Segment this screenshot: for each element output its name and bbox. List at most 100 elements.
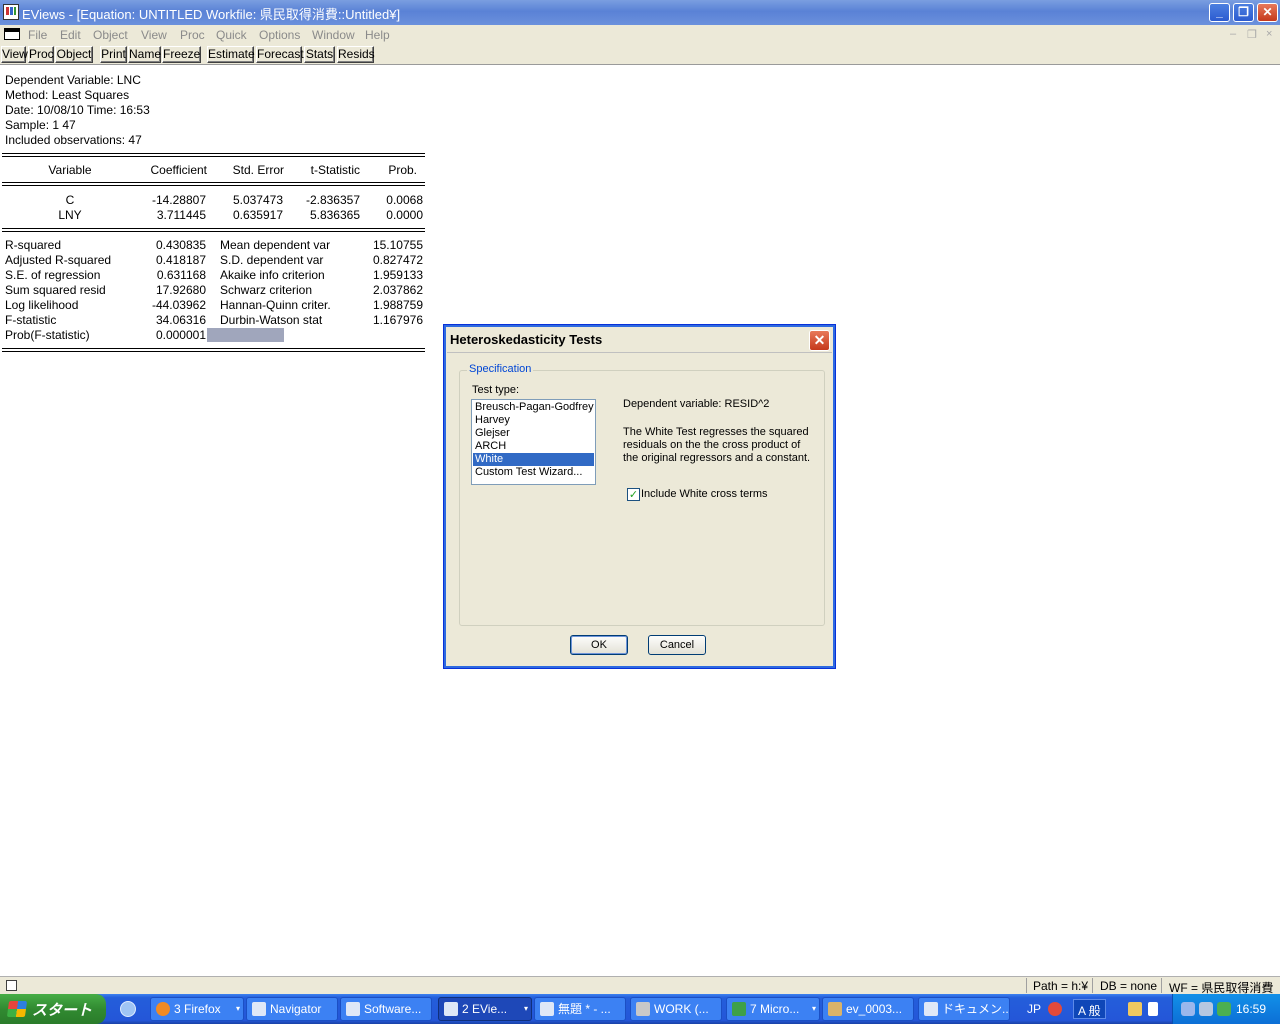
menu-edit[interactable]: Edit [60, 28, 81, 42]
proc-button[interactable]: Proc [28, 46, 54, 63]
close-button[interactable]: ✕ [1257, 3, 1278, 22]
object-button[interactable]: Object [55, 46, 93, 63]
mdi-close-button[interactable]: × [1266, 28, 1272, 40]
navigator-icon [252, 1002, 266, 1016]
stat-value-2: 15.10755 [372, 238, 423, 252]
column-header-std-error: Std. Error [232, 163, 284, 177]
dialog-title: Heteroskedasticity Tests [450, 332, 603, 347]
status-separator [1092, 978, 1093, 993]
t-statistic-cell: 5.836365 [309, 208, 360, 222]
stat-label: Adjusted R-squared [5, 253, 112, 267]
tray-app-icon[interactable] [1181, 1002, 1195, 1016]
equation-toolbar: View Proc Object Print Name Freeze Estim… [0, 45, 1280, 65]
resids-button[interactable]: Resids [337, 46, 375, 63]
excel-icon [732, 1002, 746, 1016]
variable-cell: C [65, 193, 75, 207]
menu-help[interactable]: Help [365, 28, 390, 42]
menu-object[interactable]: Object [93, 28, 128, 42]
test-type-label: Test type: [472, 384, 520, 396]
taskbar-item-eviews[interactable]: 2 EVie... ▾ [438, 997, 532, 1021]
ime-toolbox-icon[interactable] [1128, 1002, 1142, 1016]
t-statistic-cell: -2.836357 [305, 193, 360, 207]
taskbar-item-microsoft[interactable]: 7 Micro... ▾ [726, 997, 820, 1021]
taskbar-item-label: 無題 * - ... [558, 1002, 611, 1016]
taskbar-item-software[interactable]: Software... [340, 997, 432, 1021]
listbox-item-custom-test-wizard[interactable]: Custom Test Wizard... [473, 466, 594, 479]
taskbar-item-label: Software... [364, 1002, 422, 1016]
taskbar-item-notepad[interactable]: 無題 * - ... [534, 997, 626, 1021]
stat-value-2: 2.037862 [372, 283, 423, 297]
restore-button[interactable]: ❐ [1233, 3, 1254, 22]
taskbar-item-firefox[interactable]: 3 Firefox ▾ [150, 997, 244, 1021]
stat-value: 0.631168 [156, 268, 206, 282]
start-label: スタート [32, 1002, 93, 1019]
coefficient-cell: 3.711445 [156, 208, 206, 222]
view-button[interactable]: View [1, 46, 28, 63]
start-button[interactable]: スタート [0, 994, 106, 1024]
listbox-item-glejser[interactable]: Glejser [473, 427, 594, 440]
sample-line: Sample: 1 47 [5, 118, 76, 132]
status-bar: Path = h:¥ DB = none WF = 県民取得消費 [0, 976, 1280, 995]
language-indicator[interactable]: JP [1027, 1002, 1041, 1016]
name-button[interactable]: Name [128, 46, 161, 63]
taskbar-item-label: 3 Firefox [174, 1002, 221, 1016]
taskbar-item-navigator[interactable]: Navigator [246, 997, 338, 1021]
listbox-item-harvey[interactable]: Harvey [473, 414, 594, 427]
listbox-item-arch[interactable]: ARCH [473, 440, 594, 453]
include-white-cross-terms-label[interactable]: Include White cross terms [641, 488, 768, 500]
mdi-restore-button[interactable]: ❐ [1247, 28, 1257, 41]
listbox-item-white[interactable]: White [473, 453, 594, 466]
menu-view[interactable]: View [141, 28, 167, 42]
ime-mode[interactable]: A 般 [1073, 999, 1106, 1019]
menu-options[interactable]: Options [259, 28, 300, 42]
taskbar-item-label: ドキュメン... [942, 1002, 1010, 1016]
quick-launch-icon[interactable] [120, 1001, 136, 1017]
variable-cell: LNY [58, 208, 82, 222]
taskbar-item-work-drive[interactable]: WORK (... [630, 997, 722, 1021]
stat-value: 17.92680 [155, 283, 206, 297]
document-window-icon[interactable] [4, 28, 20, 40]
taskbar-item-label: 7 Micro... [750, 1002, 800, 1016]
heteroskedasticity-tests-dialog: Heteroskedasticity Tests ✕ Specification… [443, 324, 836, 669]
menu-quick[interactable]: Quick [216, 28, 247, 42]
dependent-variable-text: Dependent variable: RESID^2 [623, 398, 770, 410]
eviews-app-icon[interactable] [3, 4, 19, 20]
listbox-item-breusch-pagan-godfrey[interactable]: Breusch-Pagan-Godfrey [473, 401, 594, 414]
menu-proc[interactable]: Proc [180, 28, 205, 42]
forecast-button[interactable]: Forecast [256, 46, 304, 63]
estimate-button[interactable]: Estimate [207, 46, 255, 63]
taskbar-item-documents[interactable]: ドキュメン... [918, 997, 1010, 1021]
tray-security-icon[interactable] [1217, 1002, 1231, 1016]
taskbar-item-ev-0003[interactable]: ev_0003... [822, 997, 914, 1021]
print-button[interactable]: Print [100, 46, 127, 63]
dialog-close-button[interactable]: ✕ [809, 330, 830, 351]
system-tray: 16:59 [1172, 994, 1280, 1024]
minimize-button[interactable]: _ [1209, 3, 1230, 22]
cancel-button[interactable]: Cancel [648, 635, 706, 655]
stat-label: S.E. of regression [5, 268, 101, 282]
stat-label-2: Hannan-Quinn criter. [220, 298, 331, 312]
include-white-cross-terms-checkbox[interactable]: ✓ [627, 488, 640, 501]
status-db[interactable]: DB = none [1100, 979, 1157, 993]
ime-icon[interactable] [1048, 1002, 1062, 1016]
method-line: Method: Least Squares [5, 88, 130, 102]
menu-file[interactable]: File [28, 28, 47, 42]
column-header-variable: Variable [48, 163, 92, 177]
menu-window[interactable]: Window [312, 28, 355, 42]
stat-value: -44.03962 [151, 298, 206, 312]
test-type-listbox[interactable]: Breusch-Pagan-Godfrey Harvey Glejser ARC… [471, 399, 596, 485]
dialog-title-bar[interactable]: Heteroskedasticity Tests ✕ [447, 328, 832, 352]
window-title: EViews - [Equation: UNTITLED Workfile: 県… [22, 7, 401, 22]
stat-label: Prob(F-statistic) [5, 328, 90, 342]
language-bar[interactable]: JP A 般 [1023, 998, 1166, 1020]
title-bar[interactable]: EViews - [Equation: UNTITLED Workfile: 県… [0, 0, 1280, 25]
freeze-button[interactable]: Freeze [162, 46, 201, 63]
stats-button[interactable]: Stats [304, 46, 335, 63]
tray-network-icon[interactable] [1199, 1002, 1213, 1016]
clock[interactable]: 16:59 [1236, 1002, 1266, 1016]
command-status-box[interactable] [6, 980, 17, 991]
ok-button[interactable]: OK [570, 635, 628, 655]
mdi-minimize-button[interactable]: – [1230, 28, 1236, 40]
help-icon[interactable] [1148, 1002, 1158, 1016]
status-path[interactable]: Path = h:¥ [1033, 979, 1088, 993]
